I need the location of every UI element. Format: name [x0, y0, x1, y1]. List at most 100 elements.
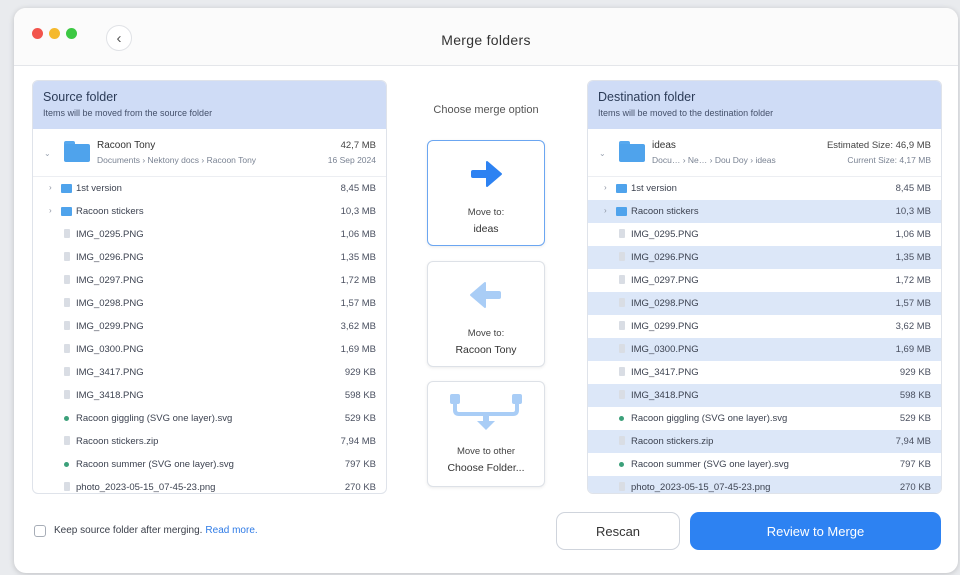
file-size: 598 KB: [899, 390, 931, 401]
file-row[interactable]: IMG_0295.PNG 1,06 MB: [33, 223, 386, 246]
merge-window: ‹ Merge folders Source folder Items will…: [14, 8, 958, 573]
merge-down-icon: [450, 394, 522, 430]
file-row[interactable]: › 1st version 8,45 MB: [33, 177, 386, 200]
file-size: 10,3 MB: [895, 206, 931, 217]
file-row[interactable]: IMG_0300.PNG 1,69 MB: [33, 338, 386, 361]
file-icon: [619, 298, 625, 307]
destination-panel-header: Destination folder Items will be moved t…: [588, 81, 941, 129]
file-row[interactable]: IMG_0297.PNG 1,72 MB: [33, 269, 386, 292]
read-more-link[interactable]: Read more.: [205, 525, 257, 536]
file-icon: [619, 482, 625, 491]
file-row[interactable]: › Racoon stickers 10,3 MB: [33, 200, 386, 223]
file-size: 797 KB: [344, 459, 376, 470]
file-icon: [64, 229, 70, 238]
folder-icon: [619, 141, 645, 162]
file-icon: [64, 298, 70, 307]
file-row[interactable]: IMG_0296.PNG 1,35 MB: [33, 246, 386, 269]
file-row[interactable]: › Racoon stickers 10,3 MB: [588, 200, 941, 223]
file-row[interactable]: IMG_0298.PNG 1,57 MB: [588, 292, 941, 315]
file-size: 529 KB: [899, 413, 931, 424]
file-size: 1,57 MB: [895, 298, 931, 309]
file-name: IMG_0299.PNG: [631, 321, 699, 332]
file-name: IMG_3418.PNG: [76, 390, 144, 401]
file-row[interactable]: Racoon summer (SVG one layer).svg 797 KB: [588, 453, 941, 476]
file-name: IMG_0300.PNG: [76, 344, 144, 355]
source-panel-title: Source folder: [43, 90, 118, 104]
file-icon: [619, 252, 625, 261]
file-size: 1,72 MB: [895, 275, 931, 286]
file-size: 270 KB: [344, 482, 376, 493]
file-name: IMG_0298.PNG: [76, 298, 144, 309]
chevron-right-icon[interactable]: ›: [604, 206, 607, 215]
file-row[interactable]: IMG_0300.PNG 1,69 MB: [588, 338, 941, 361]
file-row[interactable]: IMG_0295.PNG 1,06 MB: [588, 223, 941, 246]
file-row[interactable]: IMG_0297.PNG 1,72 MB: [588, 269, 941, 292]
file-name: IMG_0297.PNG: [76, 275, 144, 286]
chevron-down-icon[interactable]: ⌄: [44, 149, 51, 158]
file-size: 929 KB: [899, 367, 931, 378]
chevron-right-icon[interactable]: ›: [604, 183, 607, 192]
file-row[interactable]: Racoon giggling (SVG one layer).svg 529 K…: [33, 407, 386, 430]
file-size: 8,45 MB: [340, 183, 376, 194]
file-name: IMG_0296.PNG: [631, 252, 699, 263]
source-panel-header: Source folder Items will be moved from t…: [33, 81, 386, 129]
file-icon: [64, 390, 70, 399]
file-size: 1,06 MB: [895, 229, 931, 240]
file-row[interactable]: IMG_3417.PNG 929 KB: [33, 361, 386, 384]
file-row[interactable]: IMG_0298.PNG 1,57 MB: [33, 292, 386, 315]
file-row[interactable]: IMG_3417.PNG 929 KB: [588, 361, 941, 384]
file-size: 1,72 MB: [340, 275, 376, 286]
file-row[interactable]: Racoon summer (SVG one layer).svg 797 KB: [33, 453, 386, 476]
file-row[interactable]: IMG_3418.PNG 598 KB: [33, 384, 386, 407]
file-name: Racoon stickers: [76, 206, 144, 217]
file-icon: [619, 390, 625, 399]
destination-root-name: ideas: [652, 140, 676, 151]
file-name: photo_2023-05-15_07-45-23.png: [631, 482, 771, 493]
svg-file-icon: [64, 416, 69, 421]
file-icon: [619, 367, 625, 376]
keep-source-checkbox[interactable]: [34, 525, 46, 537]
move-to-other-folder-option[interactable]: Move to other Choose Folder...: [427, 381, 545, 487]
file-row[interactable]: Racoon stickers.zip 7,94 MB: [588, 430, 941, 453]
folder-icon: [64, 141, 90, 162]
source-root-name: Racoon Tony: [97, 140, 156, 151]
file-name: IMG_3417.PNG: [76, 367, 144, 378]
file-name: IMG_0295.PNG: [76, 229, 144, 240]
chevron-right-icon[interactable]: ›: [49, 206, 52, 215]
file-name: IMG_0299.PNG: [76, 321, 144, 332]
move-to-source-option[interactable]: Move to: Racoon Tony: [427, 261, 545, 367]
file-row[interactable]: IMG_0299.PNG 3,62 MB: [33, 315, 386, 338]
file-name: photo_2023-05-15_07-45-23.png: [76, 482, 216, 493]
svg-file-icon: [619, 462, 624, 467]
move-to-destination-option[interactable]: Move to: ideas: [427, 140, 545, 246]
file-size: 529 KB: [344, 413, 376, 424]
option-3-line1: Move to other: [456, 446, 516, 457]
file-size: 8,45 MB: [895, 183, 931, 194]
file-row[interactable]: Racoon giggling (SVG one layer).svg 529 K…: [588, 407, 941, 430]
destination-panel-title: Destination folder: [598, 90, 696, 104]
file-row[interactable]: IMG_0296.PNG 1,35 MB: [588, 246, 941, 269]
rescan-button[interactable]: Rescan: [556, 512, 680, 550]
file-size: 797 KB: [899, 459, 931, 470]
svg-file-icon: [64, 462, 69, 467]
file-icon: [619, 229, 625, 238]
review-to-merge-button[interactable]: Review to Merge: [690, 512, 941, 550]
file-row[interactable]: IMG_0299.PNG 3,62 MB: [588, 315, 941, 338]
file-row[interactable]: Racoon stickers.zip 7,94 MB: [33, 430, 386, 453]
chevron-right-icon[interactable]: ›: [49, 183, 52, 192]
chevron-down-icon[interactable]: ⌄: [599, 149, 606, 158]
file-row[interactable]: IMG_3418.PNG 598 KB: [588, 384, 941, 407]
file-row[interactable]: › 1st version 8,45 MB: [588, 177, 941, 200]
source-root-row[interactable]: ⌄ Racoon Tony Documents › Nektony docs ›…: [33, 129, 386, 177]
destination-root-row[interactable]: ⌄ ideas Docu… › Ne… › Dou Doy › ideas Es…: [588, 129, 941, 177]
keep-source-label: Keep source folder after merging. Read mo…: [54, 525, 258, 536]
option-2-line1: Move to:: [467, 328, 505, 339]
option-1-line1: Move to:: [467, 207, 505, 218]
file-name: IMG_0300.PNG: [631, 344, 699, 355]
file-row[interactable]: photo_2023-05-15_07-45-23.png 270 KB: [33, 476, 386, 493]
file-row[interactable]: photo_2023-05-15_07-45-23.png 270 KB: [588, 476, 941, 493]
destination-estimated-size: Estimated Size: 46,9 MB: [826, 140, 931, 151]
file-size: 3,62 MB: [340, 321, 376, 332]
file-size: 10,3 MB: [340, 206, 376, 217]
file-name: IMG_0298.PNG: [631, 298, 699, 309]
